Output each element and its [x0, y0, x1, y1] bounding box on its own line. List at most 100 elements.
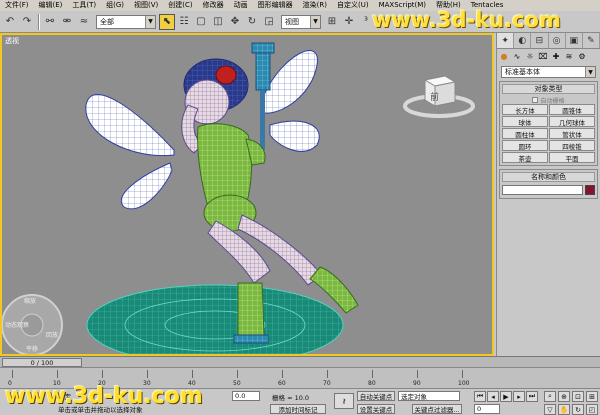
menu-item[interactable]: 组(G) [101, 0, 129, 11]
prev-frame-icon[interactable]: ◂ [487, 391, 499, 402]
cone-button[interactable]: 圆锥体 [549, 104, 595, 115]
go-to-start-icon[interactable]: ⏮ [474, 391, 486, 402]
add-time-tag-button[interactable]: 添加时间标记 [270, 404, 326, 414]
menu-item[interactable]: 视图(V) [129, 0, 163, 11]
pan-icon[interactable]: ✋ [558, 404, 570, 415]
selection-filter-dropdown[interactable]: 全部 ▼ [96, 14, 156, 29]
key-icon[interactable]: ⚷ [334, 393, 354, 409]
menu-item[interactable]: 动画 [229, 0, 253, 11]
geosphere-button[interactable]: 几何球体 [549, 116, 595, 127]
tick-mark [282, 370, 283, 378]
helpers-icon[interactable]: ✚ [550, 50, 562, 62]
box-button[interactable]: 长方体 [502, 104, 548, 115]
utilities-tab-icon[interactable]: ✎ [583, 33, 600, 48]
move-icon[interactable]: ✥ [227, 14, 243, 30]
systems-icon[interactable]: ⚙ [576, 50, 588, 62]
auto-key-button[interactable]: 自动关键点 [357, 391, 395, 401]
name-color-rollout: 名称和颜色 [499, 169, 598, 199]
object-type-rollout: 对象类型 自动栅格 长方体 圆锥体 球体 几何球体 圆柱体 管状体 圆环 四棱锥… [499, 81, 598, 166]
object-type-title[interactable]: 对象类型 [502, 84, 595, 94]
teapot-button[interactable]: 茶壶 [502, 152, 548, 163]
zoom-all-icon[interactable]: ⊕ [558, 391, 570, 402]
zoom-extents-all-icon[interactable]: ⊞ [586, 391, 598, 402]
menu-item[interactable]: 编辑(E) [34, 0, 68, 11]
scale-icon[interactable]: ◲ [261, 14, 277, 30]
play-icon[interactable]: ▶ [500, 391, 512, 402]
key-filters-button[interactable]: 关键点过滤器... [412, 404, 462, 414]
link-icon[interactable]: ⚯ [42, 14, 58, 30]
tick-mark [57, 370, 58, 378]
tick-mark [327, 370, 328, 378]
reference-coord-dropdown[interactable]: 视图 ▼ [281, 14, 321, 29]
geometry-icon[interactable]: ● [498, 50, 510, 62]
tick-label: 50 [233, 380, 241, 387]
command-panel: ✦ ◐ ⊟ ◎ ▣ ✎ ● ∿ ☼ ⌧ ✚ ≋ ⚙ 标准基本体 ▼ 对象类型 自… [496, 33, 600, 356]
add-time-tag-label: 添加时间标记 [278, 406, 318, 414]
autogrid-checkbox[interactable]: 自动栅格 [502, 96, 595, 105]
bind-icon[interactable]: ≈ [76, 14, 92, 30]
menu-item[interactable]: 修改器 [198, 0, 229, 11]
unlink-icon[interactable]: ⚮ [59, 14, 75, 30]
tick-label: 100 [458, 380, 470, 387]
menu-item[interactable]: 文件(F) [0, 0, 34, 11]
torus-button[interactable]: 圆环 [502, 140, 548, 151]
maximize-viewport-icon[interactable]: ◰ [586, 404, 598, 415]
tick-mark [192, 370, 193, 378]
z-coordinate-field[interactable]: 0.0 [232, 391, 260, 401]
select-icon[interactable]: ⬉ [159, 13, 175, 30]
undo-icon[interactable]: ↶ [2, 14, 18, 30]
command-panel-tabs: ✦ ◐ ⊟ ◎ ▣ ✎ [497, 33, 600, 49]
object-color-swatch[interactable] [585, 185, 595, 195]
pyramid-button[interactable]: 四棱锥 [549, 140, 595, 151]
time-slider[interactable]: 0 / 100 [0, 356, 600, 367]
window-crossing-icon[interactable]: ◫ [210, 14, 226, 30]
display-tab-icon[interactable]: ▣ [566, 33, 583, 48]
steering-wheel-icon[interactable]: 缩放 动态观察 平移 回放 [2, 285, 68, 356]
time-slider-thumb[interactable]: 0 / 100 [2, 358, 82, 367]
object-type-grid: 长方体 圆锥体 球体 几何球体 圆柱体 管状体 圆环 四棱锥 茶壶 平面 [502, 104, 595, 163]
menu-item[interactable]: 图形编辑器 [253, 0, 298, 11]
redo-icon[interactable]: ↷ [19, 14, 35, 30]
cylinder-button[interactable]: 圆柱体 [502, 128, 548, 139]
set-key-button[interactable]: 设置关键点 [357, 404, 395, 414]
primitive-type-dropdown[interactable]: 标准基本体 ▼ [501, 66, 596, 78]
hierarchy-tab-icon[interactable]: ⊟ [531, 33, 549, 48]
key-filters-label: 关键点过滤器... [414, 406, 460, 414]
viewcube-icon[interactable]: 前 [403, 70, 475, 120]
perspective-viewport[interactable]: 透视 前 缩放 动态观察 平移 回放 [0, 33, 494, 356]
modify-tab-icon[interactable]: ◐ [514, 33, 532, 48]
menu-item[interactable]: 创建(C) [163, 0, 197, 11]
spacewarps-icon[interactable]: ≋ [563, 50, 575, 62]
zoom-extents-icon[interactable]: ⊡ [572, 391, 584, 402]
current-frame-field[interactable]: 0 [474, 404, 500, 414]
zoom-icon[interactable]: ⌕ [544, 391, 556, 402]
go-to-end-icon[interactable]: ⏭ [526, 391, 538, 402]
create-tab-icon[interactable]: ✦ [497, 33, 515, 48]
shapes-icon[interactable]: ∿ [511, 50, 523, 62]
key-mode-dropdown[interactable]: 选定对象 [398, 391, 460, 401]
sphere-button[interactable]: 球体 [502, 116, 548, 127]
menu-item[interactable]: 自定义(U) [332, 0, 374, 11]
select-by-name-icon[interactable]: ☷ [176, 14, 192, 30]
object-name-input[interactable] [502, 185, 583, 195]
rotate-icon[interactable]: ↻ [244, 14, 260, 30]
motion-tab-icon[interactable]: ◎ [549, 33, 566, 48]
orbit-icon[interactable]: ↻ [572, 404, 584, 415]
name-color-title[interactable]: 名称和颜色 [502, 172, 595, 182]
steering-orbit-label: 动态观察 [5, 321, 29, 329]
cameras-icon[interactable]: ⌧ [537, 50, 549, 62]
fov-icon[interactable]: ▽ [544, 404, 556, 415]
pivot-icon[interactable]: ⊞ [324, 14, 340, 30]
current-frame-value: 0 [477, 405, 482, 413]
tick-mark [417, 370, 418, 378]
tube-button[interactable]: 管状体 [549, 128, 595, 139]
plane-button[interactable]: 平面 [549, 152, 595, 163]
primitive-type-value: 标准基本体 [505, 68, 540, 76]
tick-mark [237, 370, 238, 378]
menu-item[interactable]: 渲染(R) [298, 0, 332, 11]
menu-item[interactable]: 工具(T) [67, 0, 101, 11]
next-frame-icon[interactable]: ▸ [513, 391, 525, 402]
manipulate-icon[interactable]: ✛ [341, 14, 357, 30]
rect-region-icon[interactable]: ▢ [193, 14, 209, 30]
lights-icon[interactable]: ☼ [524, 50, 536, 62]
